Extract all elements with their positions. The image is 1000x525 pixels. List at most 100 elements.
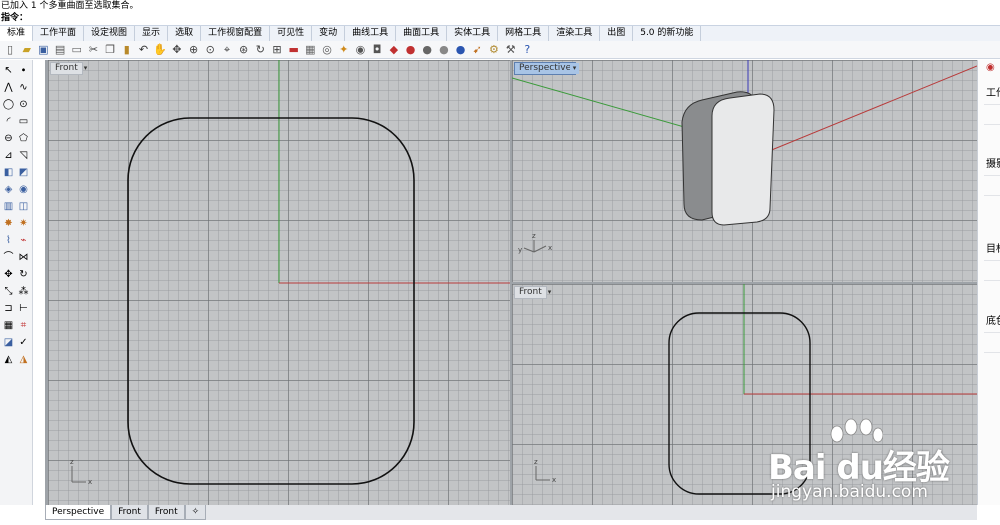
select-arrow-icon[interactable]: ↖ (1, 63, 16, 78)
properties-icon[interactable]: ◉ (986, 62, 995, 73)
open-file-icon[interactable]: ▰ (19, 42, 35, 58)
rotate-obj-icon[interactable]: ↻ (16, 267, 31, 282)
text-icon[interactable]: ⊿ (1, 148, 16, 163)
tab-display[interactable]: 显示 (135, 26, 169, 41)
cylinder-icon[interactable]: ◫ (16, 199, 31, 214)
new-file-icon[interactable]: ▯ (2, 42, 18, 58)
tab-mesh-tools[interactable]: 网格工具 (498, 26, 550, 41)
tab-visibility[interactable]: 可见性 (270, 26, 313, 41)
ellipse-icon[interactable]: ⊖ (1, 131, 16, 146)
polygon-icon[interactable]: ⬠ (16, 131, 31, 146)
undo-icon[interactable]: ↶ (136, 42, 152, 58)
layer-icon[interactable]: ◎ (319, 42, 335, 58)
tab-set-view[interactable]: 设定视图 (84, 26, 136, 41)
save-icon[interactable]: ▣ (35, 42, 51, 58)
viewport-menu-icon[interactable]: ▾ (81, 63, 90, 74)
render-sphere-icon[interactable]: ● (419, 42, 435, 58)
viewport-title-front-right[interactable]: Front (514, 286, 547, 299)
tab-select[interactable]: 选取 (168, 26, 202, 41)
mirror-icon[interactable]: ⋈ (16, 250, 31, 265)
rotate-icon[interactable]: ↻ (252, 42, 268, 58)
viewport-menu-icon[interactable]: ▾ (570, 63, 579, 74)
split-icon[interactable]: ⌁ (16, 233, 31, 248)
array-icon[interactable]: ⁂ (16, 284, 31, 299)
add-viewport-icon[interactable]: ✧ (184, 505, 207, 520)
viewport-title-front-left[interactable]: Front (50, 62, 83, 75)
viewport-front-left[interactable]: x z Front ▾ (48, 60, 510, 505)
check-icon[interactable]: ✓ (16, 335, 31, 350)
offset-icon[interactable]: ⊐ (1, 301, 16, 316)
trim-icon[interactable]: ⌇ (1, 233, 16, 248)
tab-standard[interactable]: 标准 (0, 26, 34, 41)
circle-center-icon[interactable]: ⊙ (16, 97, 31, 112)
pan-hand-icon[interactable]: ✋ (152, 42, 168, 58)
tab-new-in-v5[interactable]: 5.0 的新功能 (633, 26, 702, 41)
command-prompt[interactable]: 指令： (0, 12, 1000, 24)
settings-gear-icon[interactable]: ⚙ (486, 42, 502, 58)
viewport-title-perspective[interactable]: Perspective (514, 62, 577, 75)
viewport-tab-perspective[interactable]: Perspective (45, 505, 112, 520)
tab-solid-tools[interactable]: 实体工具 (447, 26, 499, 41)
blue-sphere-icon[interactable]: ● (453, 42, 469, 58)
arc-icon[interactable]: ◜ (1, 114, 16, 129)
zoom-selected-icon[interactable]: ⊛ (236, 42, 252, 58)
grid-snap-icon[interactable]: ▦ (302, 42, 318, 58)
shaded-sphere-icon[interactable]: ● (436, 42, 452, 58)
viewport-tab-front-1[interactable]: Front (111, 505, 148, 520)
cplane-icon[interactable]: ▬ (286, 42, 302, 58)
rotate-view-icon[interactable]: ✥ (169, 42, 185, 58)
viewport-tab-front-2[interactable]: Front (147, 505, 185, 520)
tab-drafting[interactable]: 出图 (600, 26, 634, 41)
extrude-icon[interactable]: ▥ (1, 199, 16, 214)
point-icon[interactable]: ∙ (16, 63, 31, 78)
color-wheel-icon[interactable]: ● (403, 42, 419, 58)
page-icon[interactable]: ▭ (69, 42, 85, 58)
cut-icon[interactable]: ✂ (85, 42, 101, 58)
rectangle-icon[interactable]: ▭ (16, 114, 31, 129)
tools-icon[interactable]: ⚒ (503, 42, 519, 58)
tab-surface-tools[interactable]: 曲面工具 (396, 26, 448, 41)
explode-icon[interactable]: ✷ (16, 216, 31, 231)
tab-render-tools[interactable]: 渲染工具 (549, 26, 601, 41)
tab-cplane[interactable]: 工作平面 (33, 26, 85, 41)
scale-icon[interactable]: ⤡ (1, 284, 16, 299)
help-icon[interactable]: ? (519, 42, 535, 58)
four-viewports-icon[interactable]: ⊞ (269, 42, 285, 58)
render-icon[interactable]: ◭ (1, 352, 16, 367)
tab-transform[interactable]: 变动 (312, 26, 346, 41)
paint-icon[interactable]: ◮ (16, 352, 31, 367)
lock-icon[interactable]: ◘ (369, 42, 385, 58)
select-icon[interactable]: ✦ (336, 42, 352, 58)
fillet-icon[interactable]: ◹ (16, 148, 31, 163)
command-history: 已加入 1 个多重曲面至选取集合。 (1, 1, 139, 11)
curve-icon[interactable]: ∿ (16, 80, 31, 95)
dimension-icon[interactable]: ⊢ (16, 301, 31, 316)
sphere-icon[interactable]: ◉ (16, 182, 31, 197)
box-icon[interactable]: ◈ (1, 182, 16, 197)
polyline-icon[interactable]: ⋀ (1, 80, 16, 95)
tab-curve-tools[interactable]: 曲线工具 (345, 26, 397, 41)
tab-viewport-layout[interactable]: 工作视窗配置 (201, 26, 271, 41)
print-icon[interactable]: ▤ (52, 42, 68, 58)
solid-front-face[interactable] (711, 93, 775, 226)
zoom-window-icon[interactable]: ⊙ (202, 42, 218, 58)
rounded-rectangle-curve[interactable] (127, 117, 415, 485)
circle-icon[interactable]: ◯ (1, 97, 16, 112)
copy-icon[interactable]: ❐ (102, 42, 118, 58)
mesh-icon[interactable]: ⌗ (16, 318, 31, 333)
viewport-perspective[interactable]: x z y Perspective ▾ (512, 60, 977, 282)
zoom-icon[interactable]: ⊕ (186, 42, 202, 58)
analyze-icon[interactable]: ◪ (1, 335, 16, 350)
pointer-icon[interactable]: ➹ (469, 42, 485, 58)
material-icon[interactable]: ◆ (386, 42, 402, 58)
move-icon[interactable]: ✥ (1, 267, 16, 282)
boolean-icon[interactable]: ✸ (1, 216, 16, 231)
grid-array-icon[interactable]: ▦ (1, 318, 16, 333)
light-bulb-icon[interactable]: ◉ (352, 42, 368, 58)
loft-icon[interactable]: ◩ (16, 165, 31, 180)
join-icon[interactable]: ⌒ (1, 250, 16, 265)
surface-icon[interactable]: ◧ (1, 165, 16, 180)
paste-icon[interactable]: ▮ (119, 42, 135, 58)
zoom-extents-icon[interactable]: ⌖ (219, 42, 235, 58)
viewport-menu-icon[interactable]: ▾ (545, 287, 554, 298)
